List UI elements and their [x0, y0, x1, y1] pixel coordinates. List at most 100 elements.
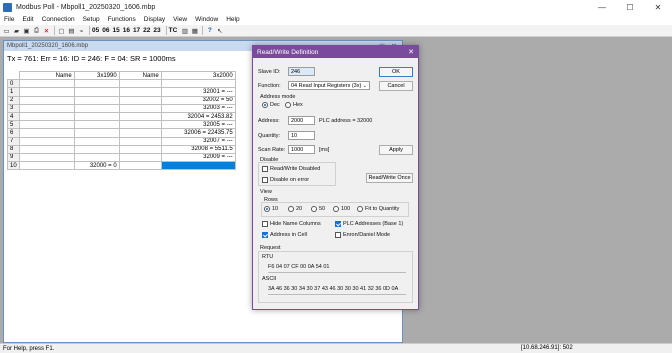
value-3x2000-cell[interactable]	[160, 161, 236, 171]
value-3x2000-cell[interactable]: 32003 = ---	[160, 103, 236, 113]
menu-window[interactable]: Window	[191, 16, 222, 23]
address-mode-dec[interactable]: Dec	[262, 102, 280, 108]
slave-id-input[interactable]: 246	[288, 67, 315, 76]
monitor-icon[interactable]: ▦	[190, 26, 199, 35]
menu-display[interactable]: Display	[140, 16, 169, 23]
rows-option-10[interactable]: 10	[264, 206, 278, 212]
value-3x2000-cell[interactable]: 32004 = 2453.82	[160, 111, 236, 122]
address-mode-hex[interactable]: Hex	[285, 102, 303, 108]
window-icon[interactable]: ▢	[57, 26, 66, 35]
value-3x2000-cell[interactable]: 32001 = ---	[160, 87, 236, 97]
name-cell[interactable]	[118, 128, 162, 138]
rows-100-radio[interactable]	[333, 206, 339, 212]
value-3x2000-cell[interactable]: 32007 = ---	[160, 136, 236, 146]
address-input[interactable]: 2000	[288, 116, 315, 125]
hide-name-columns-checkbox[interactable]	[262, 221, 268, 227]
value-3x2000-cell[interactable]: 32006 = 22435.75	[160, 128, 236, 138]
row-index-cell[interactable]: 6	[7, 128, 20, 138]
value-3x1990-cell[interactable]	[73, 128, 120, 138]
function-15-button[interactable]: 15	[112, 27, 119, 34]
rows-option-100[interactable]: 100	[333, 206, 350, 212]
function-05-button[interactable]: 05	[92, 27, 99, 34]
print-icon[interactable]: ⎙	[32, 26, 41, 35]
rows-option-fit[interactable]: Fit to Quantity	[357, 206, 399, 212]
row-index-cell[interactable]: 2	[7, 95, 20, 105]
menu-file[interactable]: File	[0, 16, 18, 23]
rows-option-20[interactable]: 20	[288, 206, 302, 212]
name-cell[interactable]	[118, 120, 162, 130]
hex-radio[interactable]	[285, 102, 291, 108]
value-3x2000-cell[interactable]: 32009 = ---	[160, 152, 236, 163]
name-cell[interactable]	[18, 136, 75, 146]
scan-rate-input[interactable]: 1000	[288, 145, 315, 154]
dialog-close-icon[interactable]: ✕	[408, 46, 414, 58]
rows-fit-radio[interactable]	[357, 206, 363, 212]
copy-icon[interactable]: ▤	[67, 26, 76, 35]
name-cell[interactable]	[18, 103, 75, 113]
row-index-cell[interactable]: 7	[7, 136, 20, 146]
help-icon[interactable]: ?	[205, 26, 214, 35]
name-cell[interactable]	[18, 79, 75, 89]
name-cell[interactable]	[18, 144, 75, 154]
rw-disabled-checkbox[interactable]	[262, 166, 268, 172]
row-index-cell[interactable]: 4	[7, 111, 20, 122]
open-folder-icon[interactable]: ▰	[12, 26, 21, 35]
enron-daniel-checkbox[interactable]	[335, 232, 341, 238]
column-header-name-2[interactable]: Name	[118, 70, 162, 81]
value-3x1990-cell[interactable]	[73, 136, 120, 146]
row-index-cell[interactable]: 0	[7, 79, 20, 89]
menu-help[interactable]: Help	[222, 16, 243, 23]
column-header-3x1990[interactable]: 3x1990	[73, 70, 120, 81]
function-23-button[interactable]: 23	[153, 27, 160, 34]
column-header-name-1[interactable]: Name	[18, 70, 75, 81]
new-file-icon[interactable]: ▭	[2, 26, 11, 35]
name-cell[interactable]	[118, 103, 162, 113]
name-cell[interactable]	[18, 95, 75, 105]
row-index-cell[interactable]: 1	[7, 87, 20, 97]
address-in-cell-option[interactable]: Address in Cell	[262, 232, 307, 238]
name-cell[interactable]	[118, 87, 162, 97]
address-in-cell-checkbox[interactable]	[262, 232, 268, 238]
menu-connection[interactable]: Connection	[38, 16, 79, 23]
delete-icon[interactable]: ✕	[42, 26, 51, 35]
traffic-button[interactable]: TC	[169, 27, 178, 34]
name-cell[interactable]	[18, 87, 75, 97]
disable-on-error-option[interactable]: Disable on error	[262, 177, 309, 183]
name-cell[interactable]	[118, 79, 162, 89]
value-3x1990-cell[interactable]	[73, 152, 120, 163]
value-3x1990-cell[interactable]	[73, 95, 120, 105]
function-select[interactable]: 04 Read Input Registers (3x) ⌄	[288, 81, 370, 90]
context-help-icon[interactable]: ↖	[215, 26, 224, 35]
value-3x1990-cell[interactable]	[73, 111, 120, 122]
name-cell[interactable]	[118, 136, 162, 146]
maximize-button[interactable]: ☐	[616, 0, 644, 14]
name-cell[interactable]	[18, 111, 75, 122]
plc-addresses-checkbox[interactable]	[335, 221, 341, 227]
value-3x1990-cell[interactable]	[73, 144, 120, 154]
quantity-input[interactable]: 10	[288, 131, 315, 140]
hide-name-columns-option[interactable]: Hide Name Columns	[262, 221, 321, 227]
apply-button[interactable]: Apply	[379, 145, 413, 155]
name-cell[interactable]	[18, 120, 75, 130]
menu-functions[interactable]: Functions	[104, 16, 140, 23]
function-22-button[interactable]: 22	[143, 27, 150, 34]
disconnect-icon[interactable]: ⌁	[77, 26, 86, 35]
rows-10-radio[interactable]	[264, 206, 270, 212]
rows-50-radio[interactable]	[311, 206, 317, 212]
ok-button[interactable]: OK	[379, 67, 413, 77]
close-button[interactable]: ✕	[644, 0, 672, 14]
rw-disabled-option[interactable]: Read/Write Disabled	[262, 166, 320, 172]
disable-on-error-checkbox[interactable]	[262, 177, 268, 183]
menu-edit[interactable]: Edit	[18, 16, 37, 23]
value-3x1990-cell[interactable]	[73, 120, 120, 130]
value-3x2000-cell[interactable]	[160, 79, 236, 89]
name-cell[interactable]	[118, 161, 162, 171]
name-cell[interactable]	[118, 95, 162, 105]
row-index-cell[interactable]: 3	[7, 103, 20, 113]
rows-option-50[interactable]: 50	[311, 206, 325, 212]
column-header-3x2000[interactable]: 3x2000	[160, 70, 236, 81]
value-3x2000-cell[interactable]: 32002 = 50	[160, 95, 236, 105]
enron-daniel-option[interactable]: Enron/Daniel Mode	[335, 232, 390, 238]
comm-icon[interactable]: ▥	[180, 26, 189, 35]
row-index-cell[interactable]: 9	[7, 152, 20, 163]
